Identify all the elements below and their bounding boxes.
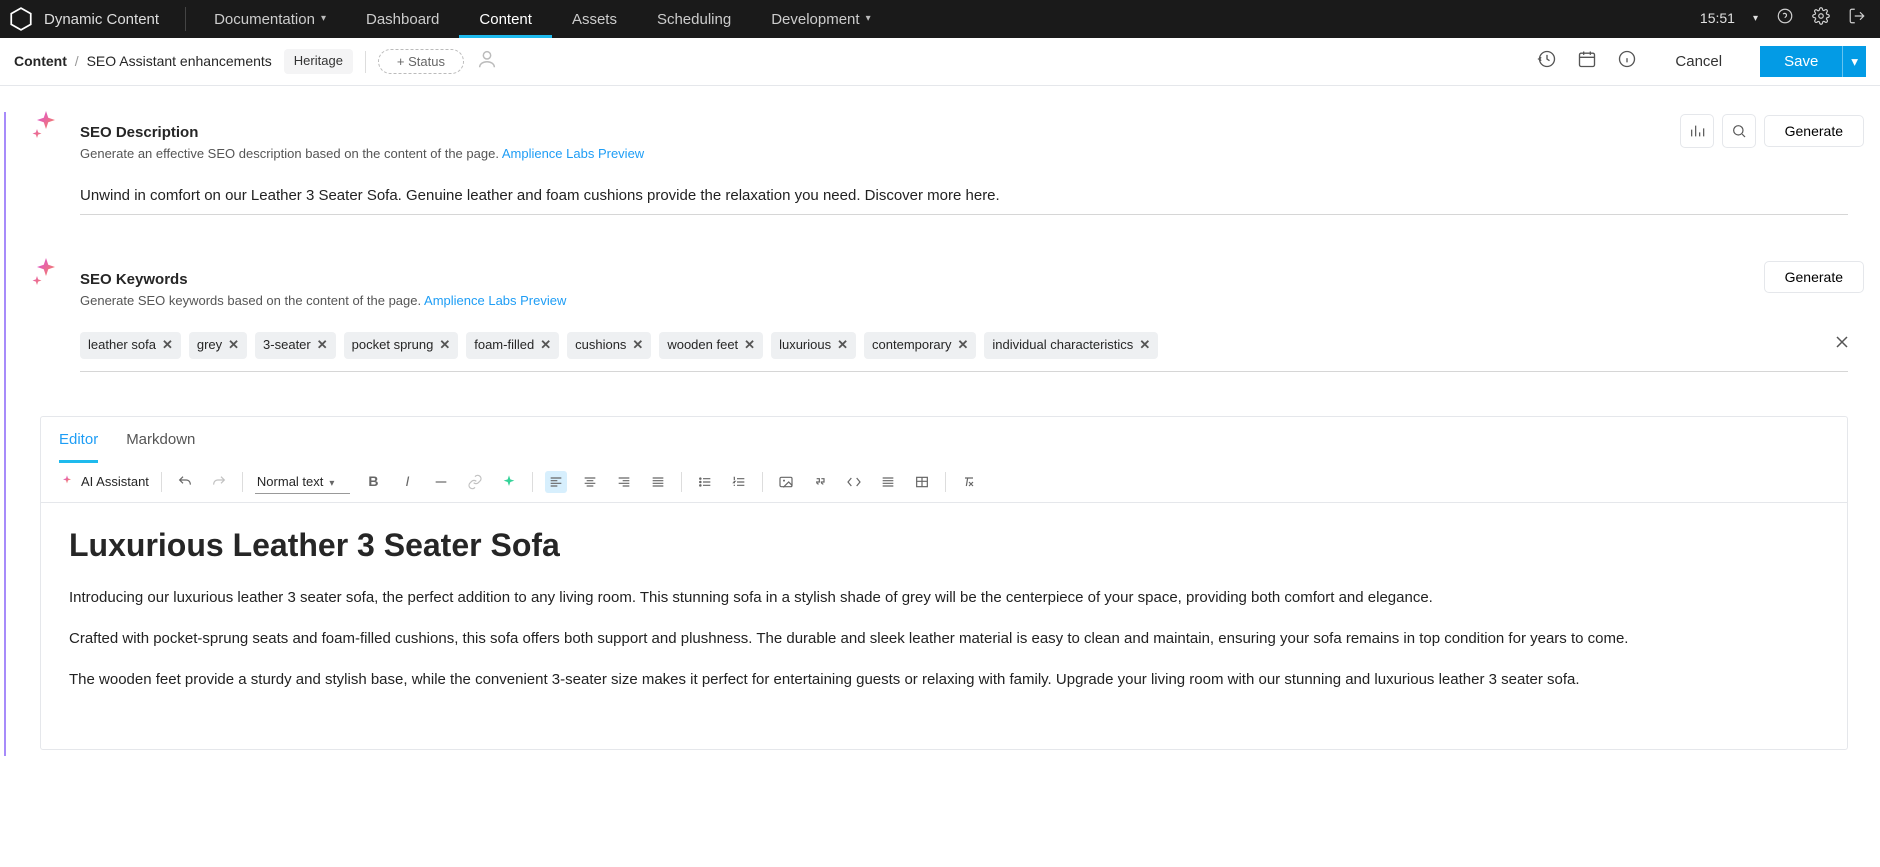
undo-icon[interactable] <box>174 471 196 493</box>
keyword-pill[interactable]: wooden feet✕ <box>659 332 763 358</box>
italic-icon[interactable]: I <box>396 471 418 493</box>
app-logo <box>8 6 34 32</box>
keyword-pill[interactable]: leather sofa✕ <box>80 332 181 358</box>
clock-time[interactable]: 15:51 <box>1700 9 1735 29</box>
help-icon[interactable] <box>1776 7 1794 31</box>
codeblock-icon[interactable] <box>877 471 899 493</box>
keyword-remove-icon[interactable]: ✕ <box>228 336 239 354</box>
settings-icon[interactable] <box>1812 7 1830 31</box>
content-paragraph: Introducing our luxurious leather 3 seat… <box>69 586 1819 609</box>
breadcrumb: Content / SEO Assistant enhancements <box>14 52 272 72</box>
tab-markdown[interactable]: Markdown <box>126 429 195 463</box>
keyword-remove-icon[interactable]: ✕ <box>1139 336 1150 354</box>
bold-icon[interactable]: B <box>362 471 384 493</box>
link-icon[interactable] <box>464 471 486 493</box>
add-status-button[interactable]: + Status <box>378 49 464 74</box>
seo-keywords-subtitle: Generate SEO keywords based on the conte… <box>80 292 1848 310</box>
format-select[interactable]: Normal text <box>255 471 351 494</box>
nav-content[interactable]: Content <box>459 0 552 38</box>
save-dropdown[interactable]: ▾ <box>1842 46 1866 77</box>
keyword-remove-icon[interactable]: ✕ <box>632 336 643 354</box>
align-left-icon[interactable] <box>545 471 567 493</box>
nav-dashboard[interactable]: Dashboard <box>346 0 459 38</box>
keyword-remove-icon[interactable]: ✕ <box>540 336 551 354</box>
keyword-remove-icon[interactable]: ✕ <box>317 336 328 354</box>
nav-scheduling[interactable]: Scheduling <box>637 0 751 38</box>
content-paragraph: The wooden feet provide a sturdy and sty… <box>69 668 1819 691</box>
keywords-row[interactable]: leather sofa✕ grey✕ 3-seater✕ pocket sprung… <box>80 332 1848 371</box>
numbered-list-icon[interactable] <box>728 471 750 493</box>
seo-description-title: SEO Description <box>80 122 1848 143</box>
editor-content[interactable]: Luxurious Leather 3 Seater Sofa Introduc… <box>41 503 1847 750</box>
info-icon[interactable] <box>1617 49 1637 75</box>
keyword-pill[interactable]: individual characteristics✕ <box>984 332 1158 358</box>
save-button[interactable]: Save <box>1760 46 1842 77</box>
seo-keywords-card: Generate SEO Keywords Generate SEO keywo… <box>30 253 1864 385</box>
cancel-button[interactable]: Cancel <box>1657 47 1740 76</box>
top-bar: Dynamic Content Documentation Dashboard … <box>0 0 1880 38</box>
tab-editor[interactable]: Editor <box>59 429 98 463</box>
breadcrumb-current: SEO Assistant enhancements <box>87 53 272 69</box>
keyword-remove-icon[interactable]: ✕ <box>439 336 450 354</box>
heritage-pill[interactable]: Heritage <box>284 49 353 73</box>
divider <box>185 7 186 31</box>
unlink-icon[interactable] <box>498 471 520 493</box>
search-icon[interactable] <box>1722 114 1756 148</box>
image-icon[interactable] <box>775 471 797 493</box>
keyword-remove-icon[interactable]: ✕ <box>837 336 848 354</box>
app-name: Dynamic Content <box>34 9 177 30</box>
keyword-pill[interactable]: 3-seater✕ <box>255 332 336 358</box>
primary-nav: Documentation Dashboard Content Assets S… <box>194 0 891 38</box>
keyword-pill[interactable]: pocket sprung✕ <box>344 332 459 358</box>
redo-icon[interactable] <box>208 471 230 493</box>
calendar-icon[interactable] <box>1577 49 1597 75</box>
keyword-pill[interactable]: cushions✕ <box>567 332 651 358</box>
keyword-pill[interactable]: foam-filled✕ <box>466 332 559 358</box>
breadcrumb-root[interactable]: Content <box>14 53 67 69</box>
sparkle-icon <box>28 108 64 150</box>
align-center-icon[interactable] <box>579 471 601 493</box>
left-rail <box>4 112 6 756</box>
seo-keywords-link[interactable]: Amplience Labs Preview <box>424 293 566 308</box>
table-icon[interactable] <box>911 471 933 493</box>
code-icon[interactable] <box>843 471 865 493</box>
clear-keywords-icon[interactable] <box>1832 332 1852 358</box>
user-icon[interactable] <box>476 48 498 76</box>
quote-icon[interactable] <box>809 471 831 493</box>
align-right-icon[interactable] <box>613 471 635 493</box>
secondary-bar: Content / SEO Assistant enhancements Her… <box>0 38 1880 86</box>
content-heading: Luxurious Leather 3 Seater Sofa <box>69 523 1819 568</box>
sparkle-icon <box>28 255 64 297</box>
ai-assistant-button[interactable]: AI Assistant <box>59 473 149 491</box>
hr-icon[interactable] <box>430 471 452 493</box>
seo-keywords-title: SEO Keywords <box>80 269 1848 290</box>
page-body: Generate SEO Description Generate an eff… <box>0 86 1880 778</box>
editor-card: Editor Markdown AI Assistant Normal text… <box>40 416 1848 751</box>
generate-keywords-button[interactable]: Generate <box>1764 261 1864 293</box>
exit-icon[interactable] <box>1848 7 1866 31</box>
history-icon[interactable] <box>1537 49 1557 75</box>
seo-description-card: Generate SEO Description Generate an eff… <box>30 106 1864 229</box>
bullet-list-icon[interactable] <box>694 471 716 493</box>
nav-assets[interactable]: Assets <box>552 0 637 38</box>
content-paragraph: Crafted with pocket-sprung seats and foa… <box>69 627 1819 650</box>
align-justify-icon[interactable] <box>647 471 669 493</box>
seo-description-subtitle: Generate an effective SEO description ba… <box>80 145 1848 163</box>
keyword-pill[interactable]: contemporary✕ <box>864 332 976 358</box>
nav-documentation[interactable]: Documentation <box>194 0 346 38</box>
editor-toolbar: AI Assistant Normal text B I <box>41 463 1847 503</box>
seo-description-link[interactable]: Amplience Labs Preview <box>502 146 644 161</box>
seo-description-value[interactable]: Unwind in comfort on our Leather 3 Seate… <box>80 185 1848 215</box>
analytics-icon[interactable] <box>1680 114 1714 148</box>
generate-description-button[interactable]: Generate <box>1764 115 1864 147</box>
keyword-pill[interactable]: luxurious✕ <box>771 332 856 358</box>
keyword-remove-icon[interactable]: ✕ <box>162 336 173 354</box>
nav-development[interactable]: Development <box>751 0 890 38</box>
keyword-pill[interactable]: grey✕ <box>189 332 247 358</box>
clear-format-icon[interactable] <box>958 471 980 493</box>
keyword-remove-icon[interactable]: ✕ <box>744 336 755 354</box>
keyword-remove-icon[interactable]: ✕ <box>958 336 969 354</box>
